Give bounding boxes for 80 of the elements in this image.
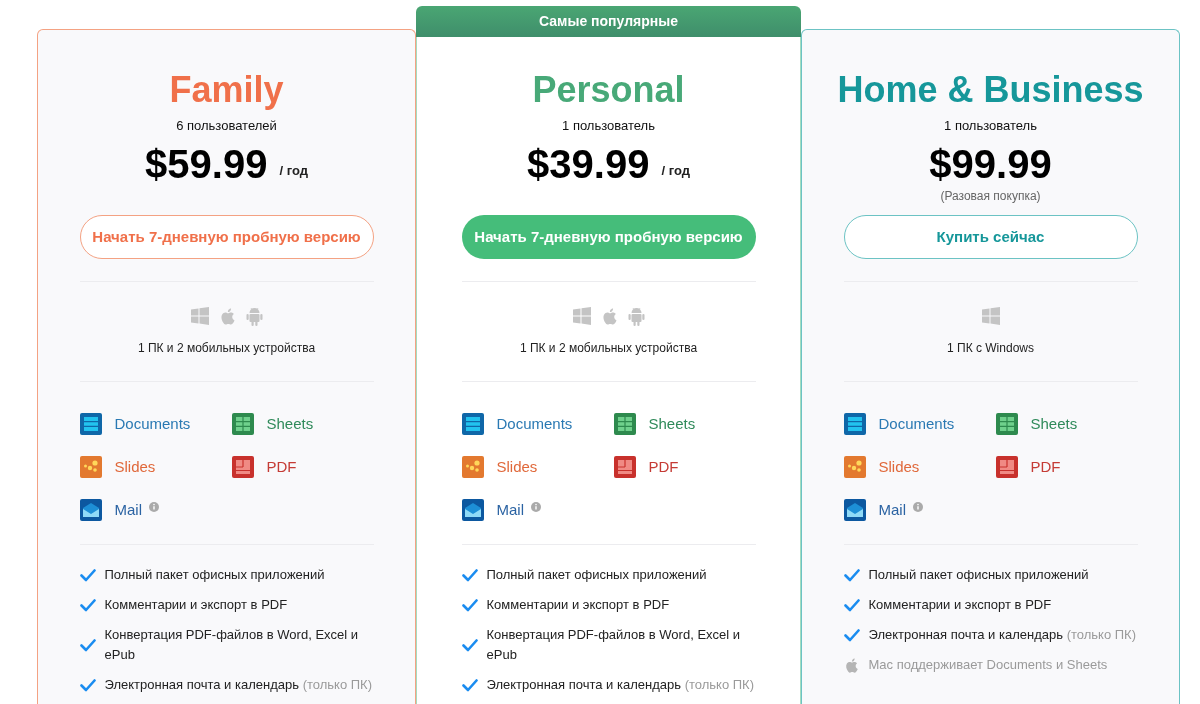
feature-text: Электронная почта и календарь (только ПК) — [486, 676, 754, 694]
app-name: Documents — [878, 413, 955, 434]
android-icon — [627, 306, 645, 326]
app-name: Mail — [114, 499, 142, 520]
mail-app-icon — [843, 499, 866, 521]
price-period: / год — [279, 161, 308, 180]
app-name: Sheets — [648, 413, 696, 434]
check-icon — [461, 638, 478, 652]
slides-app-icon — [461, 456, 484, 478]
feature-text: Комментарии и экспорт в PDF — [868, 596, 1052, 614]
feature-text: Полный пакет офисных приложений — [104, 566, 325, 584]
check-icon — [843, 628, 860, 642]
check-icon — [461, 678, 478, 692]
device-info: 1 ПК и 2 мобильных устройства — [137, 340, 316, 357]
feature-text: Электронная почта и календарь (только ПК) — [104, 676, 372, 694]
apple-icon — [600, 307, 618, 325]
device-info: 1 ПК и 2 мобильных устройства — [519, 340, 698, 357]
feature-text: Конвертация PDF-файлов в Word, Excel и ePub — [486, 626, 742, 664]
check-icon — [79, 638, 96, 652]
pdf-app-icon — [995, 456, 1018, 478]
feature-text: Mac поддерживает Documents и Sheets — [868, 656, 1108, 674]
price: $99.99 — [929, 141, 1052, 188]
check-icon — [843, 568, 860, 582]
feature-text: Электронная почта и календарь (только ПК) — [868, 626, 1136, 644]
app-name: Sheets — [1030, 413, 1078, 434]
windows-icon — [981, 307, 1000, 325]
android-icon — [245, 306, 263, 326]
app-name: Documents — [114, 413, 191, 434]
check-icon — [843, 598, 860, 612]
check-icon — [461, 598, 478, 612]
app-name: Slides — [878, 456, 920, 477]
feature-text: Полный пакет офисных приложений — [868, 566, 1089, 584]
app-name: PDF — [1030, 456, 1061, 477]
cta-button[interactable]: Купить сейчас — [843, 215, 1138, 259]
most-popular-banner: Самые популярные — [416, 6, 801, 37]
feature-text: Комментарии и экспорт в PDF — [486, 596, 670, 614]
user-count: 6 пользователей — [176, 117, 277, 135]
price-note: (Разовая покупка) — [940, 188, 1041, 204]
price: $39.99 — [527, 141, 650, 188]
app-name: Mail — [878, 499, 906, 520]
device-info: 1 ПК с Windows — [947, 340, 1034, 357]
sheets-app-icon — [995, 413, 1018, 435]
feature-text: Конвертация PDF-файлов в Word, Excel и ePub — [104, 626, 360, 664]
check-icon — [79, 568, 96, 582]
app-name: PDF — [648, 456, 679, 477]
windows-icon — [572, 307, 591, 325]
slides-app-icon — [843, 456, 866, 478]
app-name: PDF — [266, 456, 297, 477]
plan-title: Home & Business — [837, 70, 1144, 110]
user-count: 1 пользователь — [562, 117, 655, 135]
app-name: Sheets — [266, 413, 314, 434]
apple-icon — [218, 307, 236, 325]
documents-app-icon — [461, 413, 484, 435]
mail-app-icon — [461, 499, 484, 521]
slides-app-icon — [79, 456, 102, 478]
app-name: Documents — [496, 413, 573, 434]
documents-app-icon — [843, 413, 866, 435]
documents-app-icon — [79, 413, 102, 435]
check-icon — [79, 598, 96, 612]
pdf-app-icon — [613, 456, 636, 478]
feature-text: Комментарии и экспорт в PDF — [104, 596, 288, 614]
user-count: 1 пользователь — [944, 117, 1037, 135]
check-icon — [461, 568, 478, 582]
pdf-app-icon — [231, 456, 254, 478]
price-period: / год — [661, 161, 690, 180]
sheets-app-icon — [613, 413, 636, 435]
app-name: Mail — [496, 499, 524, 520]
apple-icon — [843, 657, 859, 673]
mail-app-icon — [79, 499, 102, 521]
plan-title: Personal — [532, 70, 685, 110]
app-name: Slides — [496, 456, 538, 477]
windows-icon — [190, 307, 209, 325]
cta-button[interactable]: Начать 7-дневную пробную версию — [79, 215, 374, 259]
app-name: Slides — [114, 456, 156, 477]
start-trial-button[interactable]: Начать 7-дневную пробную версию — [461, 215, 756, 259]
plan-title: Family — [169, 70, 284, 110]
check-icon — [79, 678, 96, 692]
sheets-app-icon — [231, 413, 254, 435]
price: $59.99 — [145, 141, 268, 188]
feature-text: Полный пакет офисных приложений — [486, 566, 707, 584]
